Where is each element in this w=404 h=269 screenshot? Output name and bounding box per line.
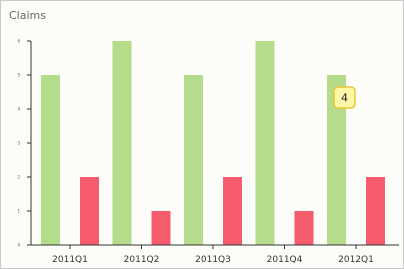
y-axis: 0 1 2 3 4 5 6 <box>17 39 32 248</box>
x-axis: 2011Q1 2011Q2 2011Q3 2011Q4 2012Q1 <box>31 244 399 265</box>
y-tick-label: 5 <box>17 73 20 78</box>
y-tick-label: 6 <box>17 39 20 44</box>
x-tick-label: 2011Q1 <box>52 255 88 265</box>
x-tick-label: 2011Q4 <box>267 255 303 265</box>
y-tick-label: 1 <box>17 209 20 214</box>
bar-2011Q3-1[interactable] <box>223 177 242 245</box>
bars-group <box>41 41 385 245</box>
y-tick-label: 2 <box>17 175 20 180</box>
bar-2011Q1-1[interactable] <box>80 177 99 245</box>
tooltip-value: 4 <box>341 92 348 105</box>
bar-2011Q1-0[interactable] <box>41 75 60 245</box>
x-tick-label: 2011Q3 <box>195 255 231 265</box>
bar-2011Q2-0[interactable] <box>112 41 132 245</box>
bar-2011Q2-1[interactable] <box>151 211 171 245</box>
bar-2011Q4-0[interactable] <box>255 41 275 245</box>
y-tick-label: 4 <box>17 107 20 112</box>
claims-panel: Claims 0123456 2011Q1 2011Q2 2011Q3 2011Q4 2… <box>0 0 404 269</box>
bar-2011Q4-1[interactable] <box>294 211 314 245</box>
claims-bar-chart: 0 1 2 3 4 5 6 2011Q1 2011Q2 2011Q3 2011Q4 2012Q1 4 <box>17 39 399 265</box>
y-tick-label: 3 <box>17 141 20 146</box>
bar-2012Q1-1[interactable] <box>366 177 385 245</box>
y-tick-label: 0 <box>17 243 20 248</box>
tooltip: 4 <box>333 86 356 109</box>
bar-2011Q3-0[interactable] <box>184 75 203 245</box>
x-tick-label: 2012Q1 <box>338 255 374 265</box>
x-tick-label: 2011Q2 <box>124 255 160 265</box>
